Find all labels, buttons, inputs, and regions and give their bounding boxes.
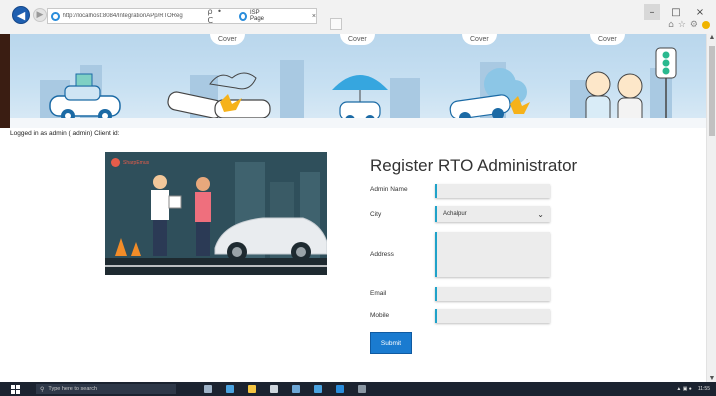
windows-taskbar: ⚲ Type here to search ▲ ▣ ● 11:55 (0, 382, 716, 396)
app-icon[interactable] (314, 385, 322, 393)
minimize-button[interactable]: – (644, 4, 660, 20)
window-controls: – □ × (644, 4, 708, 20)
store-icon[interactable] (270, 385, 278, 393)
home-icon[interactable]: ⌂ (668, 20, 674, 30)
arrow-left-icon: ◀ (16, 8, 26, 22)
admin-name-label: Admin Name (370, 186, 408, 193)
banner-edge (0, 34, 10, 128)
favorites-star-icon[interactable]: ☆ (678, 20, 686, 30)
tab-close-icon[interactable]: × (312, 13, 316, 20)
feedback-icon[interactable] (702, 21, 710, 29)
taskbar-apps (204, 385, 366, 393)
address-label: Address (370, 251, 394, 258)
tab-active[interactable]: ISP Page × (236, 10, 316, 22)
mobile-label: Mobile (370, 312, 390, 319)
search-icon: ⚲ (40, 385, 45, 393)
email-field[interactable] (435, 287, 550, 301)
start-button[interactable] (8, 382, 22, 396)
tray-icons[interactable]: ▲ ▣ ● (676, 386, 691, 392)
banner-illustrations (49, 47, 677, 126)
chevron-down-icon: ⌄ (537, 209, 544, 219)
elderly-couple-icon (585, 71, 643, 125)
address-textarea[interactable] (435, 232, 550, 277)
crash-cars-icon (167, 72, 271, 119)
settings-gear-icon[interactable]: ⚙ (690, 20, 698, 30)
insurance-banner: Cover Cover Cover Cover (10, 34, 706, 128)
city-select[interactable]: Achalpur ⌄ (435, 206, 550, 222)
scroll-thumb[interactable] (709, 46, 715, 136)
edge-icon[interactable] (226, 385, 234, 393)
task-view-icon[interactable] (204, 385, 212, 393)
close-button[interactable]: × (692, 4, 708, 20)
taskbar-search-placeholder: Type here to search (48, 386, 98, 392)
new-tab-button[interactable] (330, 18, 342, 30)
file-explorer-icon[interactable] (248, 385, 256, 393)
logo-icon (111, 158, 120, 167)
traffic-light-icon (655, 47, 677, 126)
dealer-handover-image (105, 162, 327, 275)
taskbar-search[interactable]: ⚲ Type here to search (36, 384, 176, 394)
arrow-right-icon: ▶ (36, 10, 44, 20)
scroll-down-icon[interactable]: ▼ (707, 375, 716, 382)
scroll-up-icon[interactable]: ▲ (707, 34, 716, 41)
search-refresh-icons[interactable]: ρ • C (208, 7, 231, 25)
hero-illustration: SharpEmus (105, 152, 327, 275)
tree-car-icon (449, 68, 530, 124)
tab-title: ISP Page (250, 10, 265, 22)
admin-name-field[interactable] (435, 184, 550, 198)
address-bar[interactable]: http://localhost:8084/IntegrationAPp/RTO… (47, 7, 317, 25)
app-icon-2[interactable] (358, 385, 366, 393)
forward-button[interactable]: ▶ (33, 8, 47, 22)
browser-toolbar-icons: ⌂ ☆ ⚙ (668, 20, 710, 30)
vertical-scrollbar[interactable]: ▲ ▼ (706, 34, 716, 382)
clock[interactable]: 11:55 (698, 386, 710, 392)
browser-chrome: ◀ ▶ http://localhost:8084/IntegrationAPp… (0, 0, 716, 34)
url-text[interactable]: http://localhost:8084/IntegrationAPp/RTO… (63, 13, 198, 19)
tab-ie-icon (239, 11, 247, 21)
maximize-button[interactable]: □ (668, 4, 684, 20)
banner-road (10, 118, 706, 128)
hero-logo: SharpEmus (111, 158, 149, 167)
back-button[interactable]: ◀ (12, 6, 30, 24)
mail-icon[interactable] (292, 385, 300, 393)
gift-car-icon (49, 73, 121, 123)
city-label: City (370, 211, 382, 218)
hero-logo-text: SharpEmus (123, 159, 150, 166)
form-title: Register RTO Administrator (370, 156, 578, 175)
city-selected-value: Achalpur (443, 211, 467, 217)
system-tray: ▲ ▣ ● 11:55 (676, 382, 710, 396)
email-label: Email (370, 290, 387, 297)
ie-taskbar-icon[interactable] (336, 385, 344, 393)
logged-in-info: Logged in as admin ( admin) Client id: (10, 130, 120, 137)
submit-button[interactable]: Submit (370, 332, 412, 354)
mobile-field[interactable] (435, 309, 550, 323)
ie-icon (51, 11, 60, 21)
